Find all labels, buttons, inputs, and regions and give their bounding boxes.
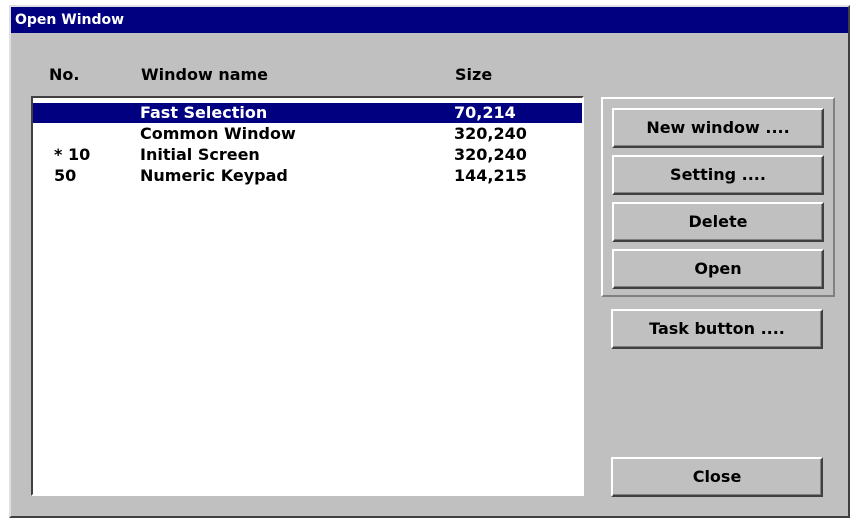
row-window-name: Fast Selection (140, 103, 268, 122)
close-button[interactable]: Close (611, 457, 823, 497)
row-window-name: Common Window (140, 124, 296, 143)
setting-button[interactable]: Setting .... (612, 155, 824, 195)
row-size: 320,240 (454, 145, 527, 164)
row-window-name: Initial Screen (140, 145, 260, 164)
column-header-size: Size (455, 65, 493, 84)
column-header-no: No. (49, 65, 80, 84)
list-item-numeric-keypad[interactable]: 50 Numeric Keypad 144,215 (33, 166, 582, 186)
row-window-name: Numeric Keypad (140, 166, 288, 185)
task-button-button[interactable]: Task button .... (611, 309, 823, 349)
open-window-dialog: Open Window No. Window name Size Fast Se… (9, 5, 850, 518)
new-window-button[interactable]: New window .... (612, 108, 824, 148)
row-size: 70,214 (454, 103, 516, 122)
row-number: 50 (54, 166, 77, 185)
row-size: 320,240 (454, 124, 527, 143)
title-bar[interactable]: Open Window (11, 7, 848, 33)
row-size: 144,215 (454, 166, 527, 185)
list-item-initial-screen[interactable]: * 10 Initial Screen 320,240 (33, 145, 582, 165)
column-header-window-name: Window name (141, 65, 269, 84)
row-number: * 10 (54, 145, 91, 164)
list-item-common-window[interactable]: Common Window 320,240 (33, 124, 582, 144)
delete-button[interactable]: Delete (612, 202, 824, 242)
open-button[interactable]: Open (612, 249, 824, 289)
window-list[interactable]: Fast Selection 70,214 Common Window 320,… (31, 96, 584, 496)
window-action-group: New window .... Setting .... Delete Open (601, 97, 835, 297)
list-item-fast-selection[interactable]: Fast Selection 70,214 (33, 103, 582, 123)
